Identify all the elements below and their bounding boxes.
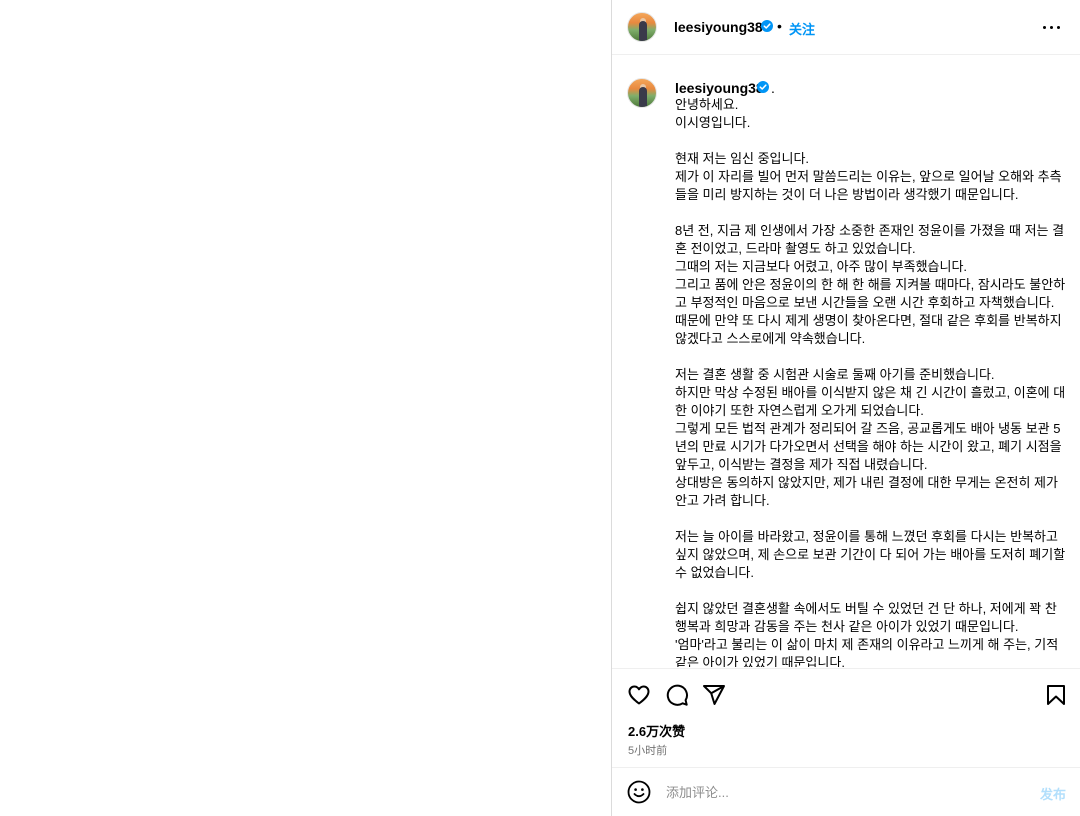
caption-line: 안녕하세요. — [675, 97, 739, 112]
caption-line: 않겠다고 스스로에게 약속했습니다. — [675, 331, 866, 346]
caption-period: . — [771, 80, 775, 96]
author-username[interactable]: leesiyoung38 — [674, 19, 763, 35]
heart-icon[interactable] — [627, 683, 651, 707]
caption-line: 현재 저는 임신 중입니다. — [675, 151, 810, 166]
caption-line: 싶지 않았으며, 제 손으로 보관 기간이 다 되어 가는 배아를 도저히 폐기… — [675, 547, 1066, 562]
caption-line: 고 부정적인 마음으로 보낸 시간들을 오랜 시간 후회하고 자책했습니다. — [675, 295, 1055, 310]
caption-line: 저는 늘 아이를 바라왔고, 정윤이를 통해 느꼈던 후회를 다시는 반복하고 — [675, 529, 1058, 544]
caption-line: 하지만 막상 수정된 배아를 이식받지 않은 채 긴 시간이 흘렀고, 이혼에 … — [675, 385, 1066, 400]
caption-line: 한 이야기 또한 자연스럽게 오가게 되었습니다. — [675, 403, 924, 418]
caption-username[interactable]: leesiyoung38 — [675, 80, 764, 96]
caption-line: 그렇게 모든 법적 관계가 정리되어 갈 즈음, 공교롭게도 배아 냉동 보관 … — [675, 421, 1061, 436]
caption-line: 안고 가려 합니다. — [675, 493, 770, 508]
caption-line: 혼 전이었고, 드라마 촬영도 하고 있었습니다. — [675, 241, 916, 256]
separator-dot: • — [777, 18, 782, 34]
verified-badge-icon — [761, 20, 773, 32]
caption-line: 들을 미리 방지하는 것이 더 나은 방법이라 생각했기 때문입니다. — [675, 187, 1019, 202]
author-avatar[interactable] — [627, 12, 657, 42]
comment-input[interactable] — [666, 781, 1006, 803]
caption-line: 제가 이 자리를 빌어 먼저 말씀드리는 이유는, 앞으로 일어날 오해와 추측 — [675, 169, 1062, 184]
post-timestamp[interactable]: 5小时前 — [628, 742, 667, 758]
follow-button[interactable]: 关注 — [789, 19, 815, 38]
emoji-icon[interactable] — [627, 780, 651, 804]
caption-line: 이시영입니다. — [675, 115, 751, 130]
caption-line: 같은 아이가 있었기 때문입니다. — [675, 655, 845, 667]
caption-line: 행복과 희망과 감동을 주는 천사 같은 아이가 있었기 때문입니다. — [675, 619, 1019, 634]
caption-line: '엄마'라고 불리는 이 삶이 마치 제 존재의 이유라고 느끼게 해 주는, … — [675, 637, 1059, 652]
post-side-panel: leesiyoung38 • 关注 leesiyoung38 . 안녕하세요. 이… — [611, 0, 1080, 816]
more-options-icon[interactable] — [1040, 17, 1064, 37]
bookmark-icon[interactable] — [1044, 683, 1068, 707]
post-comment-button[interactable]: 发布 — [1040, 784, 1066, 803]
caption-line: 그때의 저는 지금보다 어렸고, 아주 많이 부족했습니다. — [675, 259, 968, 274]
caption-line: 년의 만료 시기가 다가오면서 선택을 해야 하는 시간이 왔고, 폐기 시점을 — [675, 439, 1062, 454]
caption-line: 저는 결혼 생활 중 시험관 시술로 둘째 아기를 준비했습니다. — [675, 367, 995, 382]
caption-author-avatar[interactable] — [627, 78, 657, 108]
caption-section: leesiyoung38 . 안녕하세요. 이시영입니다. 현재 저는 임신 중입니… — [612, 56, 1080, 667]
caption-text: 안녕하세요. 이시영입니다. 현재 저는 임신 중입니다. 제가 이 자리를 빌어 먼… — [675, 96, 1070, 667]
caption-line: 그리고 품에 안은 정윤이의 한 해 한 해를 지켜볼 때마다, 잠시라도 불안… — [675, 277, 1066, 292]
caption-line: 상대방은 동의하지 않았지만, 제가 내린 결정에 대한 무게는 온전히 제가 — [675, 475, 1058, 490]
caption-line: 8년 전, 지금 제 인생에서 가장 소중한 존재인 정윤이를 가졌을 때 저는… — [675, 223, 1065, 238]
caption-line: 수 없었습니다. — [675, 565, 754, 580]
caption-line: 앞두고, 이식받는 결정을 제가 직접 내렸습니다. — [675, 457, 928, 472]
comment-icon[interactable] — [665, 683, 689, 707]
likes-count[interactable]: 2.6万次赞 — [628, 721, 685, 740]
paper-plane-icon[interactable] — [702, 683, 726, 707]
caption-line: 쉽지 않았던 결혼생활 속에서도 버틸 수 있었던 건 단 하나, 저에게 꽉 … — [675, 601, 1057, 616]
post-media-area — [0, 0, 611, 816]
post-header: leesiyoung38 • 关注 — [612, 0, 1080, 55]
comment-bar: 发布 — [612, 767, 1080, 816]
post-actions: 2.6万次赞 5小时前 — [612, 668, 1080, 768]
caption-verified-badge-icon — [757, 81, 769, 93]
caption-line: 때문에 만약 또 다시 제게 생명이 찾아온다면, 절대 같은 후회를 반복하지 — [675, 313, 1062, 328]
